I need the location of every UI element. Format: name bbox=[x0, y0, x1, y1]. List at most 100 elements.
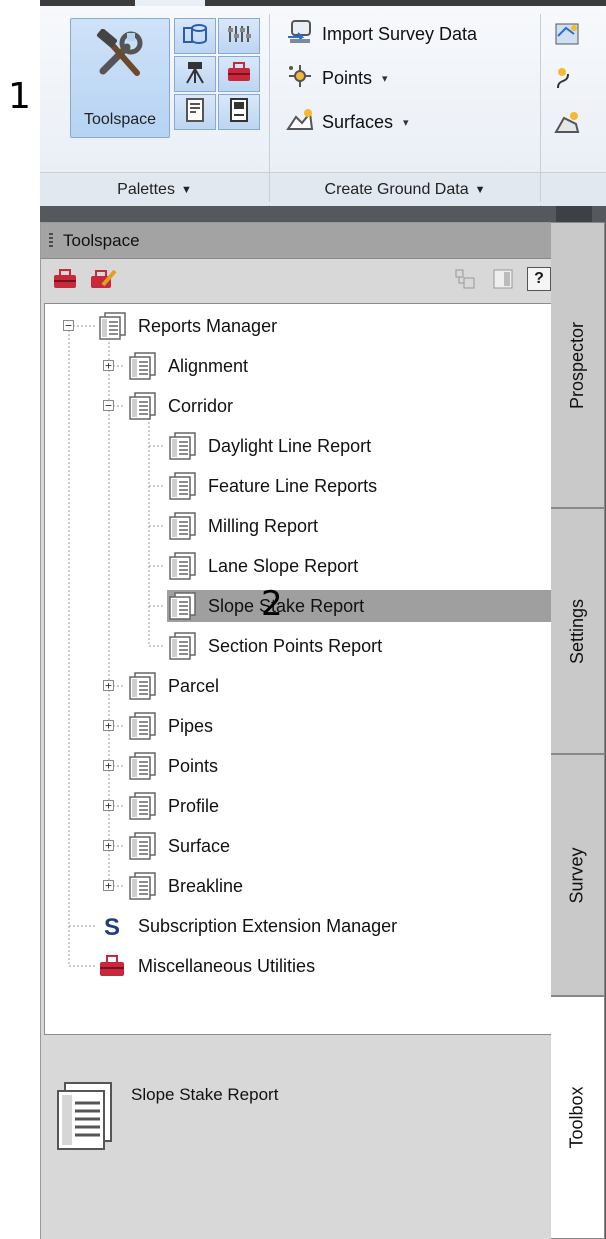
toolspace-titlebar[interactable]: Toolspace bbox=[41, 223, 553, 259]
tree-item-label: Pipes bbox=[168, 715, 214, 736]
surfaces-menu-button[interactable]: Surfaces ▾ bbox=[286, 106, 409, 138]
expand-icon[interactable]: + bbox=[103, 880, 114, 891]
toolspace-button[interactable]: Toolspace bbox=[70, 18, 170, 138]
ribbon-edge-item-1[interactable] bbox=[554, 20, 584, 50]
tree-item-label: Parcel bbox=[168, 675, 220, 696]
toolbox-run-button[interactable] bbox=[51, 267, 79, 295]
tree-item-points[interactable]: Points bbox=[127, 750, 221, 782]
tree-item-profile[interactable]: Profile bbox=[127, 790, 222, 822]
report-icon bbox=[127, 832, 157, 860]
create-ground-data-panel-menu[interactable]: Create Ground Data ▼ bbox=[270, 172, 540, 206]
tree-item-label: Miscellaneous Utilities bbox=[138, 955, 316, 976]
tree-item-label: Surface bbox=[168, 835, 231, 856]
tree-item-surface[interactable]: Surface bbox=[127, 830, 233, 862]
expand-icon[interactable]: + bbox=[103, 720, 114, 731]
report-icon bbox=[167, 432, 197, 460]
properties-palette-button[interactable] bbox=[174, 94, 216, 130]
tree-item-label: Section Points Report bbox=[208, 635, 383, 656]
points-menu-button[interactable]: Points ▾ bbox=[286, 62, 388, 94]
tree-item-label: Slope Stake Report bbox=[208, 595, 365, 616]
tree-item-milling-report[interactable]: Milling Report bbox=[167, 510, 321, 542]
report-icon bbox=[167, 632, 197, 660]
settings-palette-button[interactable] bbox=[218, 18, 260, 54]
tree-item-section-points-report[interactable]: Section Points Report bbox=[167, 630, 385, 662]
chevron-down-icon: ▾ bbox=[403, 116, 409, 129]
list-view-icon bbox=[492, 268, 514, 295]
tree-item-lane-slope-report[interactable]: Lane Slope Report bbox=[167, 550, 361, 582]
tree-item-label: Breakline bbox=[168, 875, 244, 896]
report-icon bbox=[127, 792, 157, 820]
tab-survey[interactable]: Survey bbox=[551, 754, 605, 996]
tab-label: Settings bbox=[567, 598, 588, 664]
tree-view-button[interactable] bbox=[451, 267, 479, 295]
tree-view-icon bbox=[454, 268, 476, 295]
ribbon-edge-item-2[interactable] bbox=[554, 64, 584, 94]
tab-prospector[interactable]: Prospector bbox=[551, 222, 605, 508]
create-ground-data-panel-label: Create Ground Data bbox=[324, 180, 469, 198]
tree-item-label: Points bbox=[168, 755, 219, 776]
toolspace-button-label: Toolspace bbox=[83, 111, 157, 128]
collapse-icon[interactable]: − bbox=[63, 320, 74, 331]
tree-item-slope-stake-report[interactable]: Slope Stake Report bbox=[167, 590, 553, 622]
surfaces-label: Surfaces bbox=[322, 111, 394, 132]
report-icon bbox=[167, 552, 197, 580]
expand-icon[interactable]: + bbox=[103, 800, 114, 811]
toolspace-title: Toolspace bbox=[63, 230, 140, 250]
collapse-icon[interactable]: − bbox=[103, 400, 114, 411]
survey-palette-button[interactable] bbox=[174, 56, 216, 92]
report-icon bbox=[167, 592, 197, 620]
palettes-panel-label: Palettes bbox=[117, 180, 175, 198]
tab-toolbox[interactable]: Toolbox bbox=[551, 996, 605, 1239]
tree-item-label: Profile bbox=[168, 795, 220, 816]
tree-item-feature-line-reports[interactable]: Feature Line Reports bbox=[167, 470, 380, 502]
expand-icon[interactable]: + bbox=[103, 760, 114, 771]
next-panel-footer bbox=[541, 172, 606, 206]
report-icon bbox=[127, 392, 157, 420]
expand-icon[interactable]: + bbox=[103, 840, 114, 851]
prospector-palette-button[interactable] bbox=[174, 18, 216, 54]
tree-item-subscription-extension-manager[interactable]: S Subscription Extension Manager bbox=[97, 910, 400, 942]
toolbox-red-icon bbox=[97, 953, 127, 979]
tree-item-alignment[interactable]: Alignment bbox=[127, 350, 251, 382]
points-icon bbox=[286, 63, 314, 94]
tree-item-corridor[interactable]: Corridor bbox=[127, 390, 236, 422]
toolbox-palette-button[interactable] bbox=[218, 56, 260, 92]
chevron-down-icon: ▼ bbox=[180, 183, 192, 196]
tab-settings[interactable]: Settings bbox=[551, 508, 605, 754]
tools-icon bbox=[93, 28, 149, 86]
command-line-palette-button[interactable] bbox=[218, 94, 260, 130]
command-line-icon bbox=[228, 97, 250, 128]
points-label: Points bbox=[322, 67, 373, 88]
report-icon bbox=[127, 712, 157, 740]
edit-toolbox-button[interactable] bbox=[89, 267, 117, 295]
tree-item-breakline[interactable]: Breakline bbox=[127, 870, 246, 902]
list-view-button[interactable] bbox=[489, 267, 517, 295]
tree-item-reports-manager[interactable]: Reports Manager bbox=[97, 310, 280, 342]
report-icon bbox=[167, 472, 197, 500]
report-icon bbox=[127, 872, 157, 900]
tab-label: Survey bbox=[567, 846, 587, 904]
tab-label: Prospector bbox=[567, 321, 588, 409]
report-icon bbox=[127, 672, 157, 700]
import-survey-icon bbox=[286, 19, 314, 50]
surfaces-icon bbox=[286, 107, 314, 138]
grip-icon[interactable] bbox=[49, 232, 53, 249]
help-button[interactable]: ? bbox=[527, 267, 551, 291]
palettes-panel-menu[interactable]: Palettes ▼ bbox=[40, 172, 269, 206]
tree-item-daylight-line-report[interactable]: Daylight Line Report bbox=[167, 430, 374, 462]
tree-item-label: Daylight Line Report bbox=[208, 435, 372, 456]
expand-icon[interactable]: + bbox=[103, 680, 114, 691]
toolspace-toolbar: ? bbox=[41, 259, 553, 305]
tree-item-parcel[interactable]: Parcel bbox=[127, 670, 222, 702]
tree-item-label: Corridor bbox=[168, 395, 234, 416]
report-icon bbox=[127, 752, 157, 780]
report-icon bbox=[97, 312, 127, 340]
svg-text:S: S bbox=[104, 914, 120, 940]
ribbon-edge-item-3[interactable] bbox=[554, 108, 584, 138]
toolspace-window: Toolspace ? − Reports Manager + Alignment − C… bbox=[40, 222, 553, 1239]
tree-item-miscellaneous-utilities[interactable]: Miscellaneous Utilities bbox=[97, 950, 318, 982]
expand-icon[interactable]: + bbox=[103, 360, 114, 371]
tree-item-pipes[interactable]: Pipes bbox=[127, 710, 216, 742]
tree-item-label: Milling Report bbox=[208, 515, 319, 536]
import-survey-data-button[interactable]: Import Survey Data bbox=[286, 18, 477, 50]
